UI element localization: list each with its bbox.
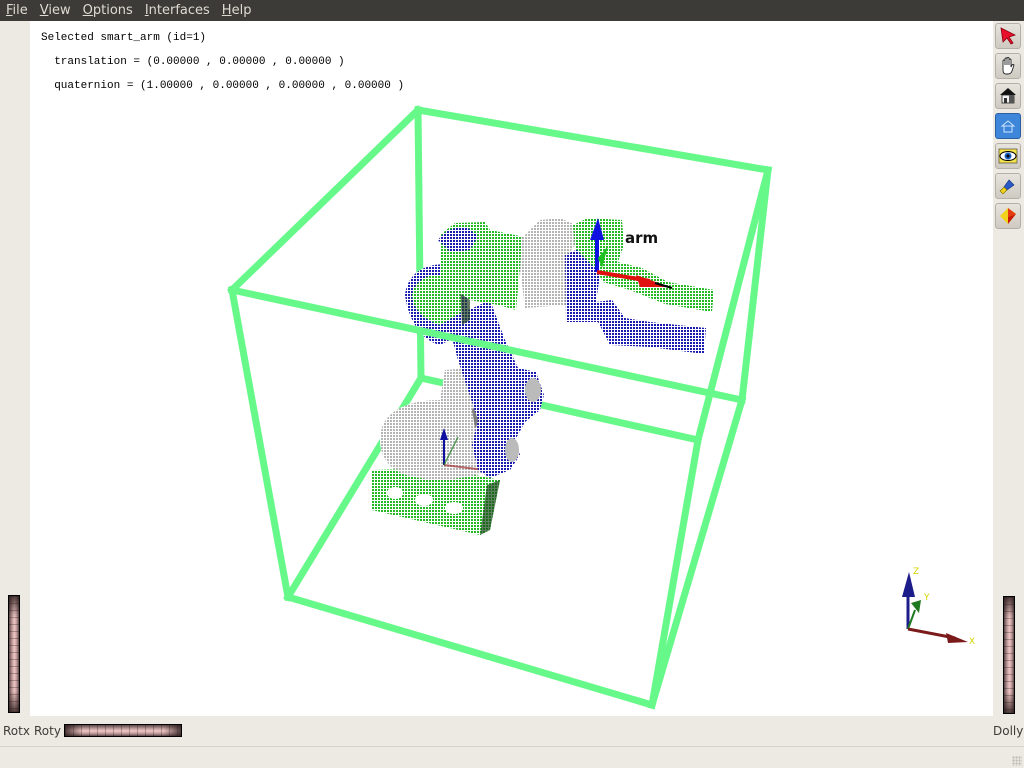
elbow-joint-cap — [525, 378, 541, 402]
flashlight-icon — [999, 179, 1015, 195]
3d-viewport[interactable]: Selected smart_arm (id=1) translation = … — [30, 21, 993, 716]
roty-thumbwheel[interactable] — [64, 724, 182, 737]
bbox-edge-back-left-vertical — [414, 106, 425, 382]
triad-y-label: Y — [923, 593, 930, 603]
menu-interfaces[interactable]: Interfaces — [139, 0, 216, 21]
menu-options-label: ptions — [92, 3, 133, 18]
select-tool-button[interactable] — [995, 23, 1021, 49]
menu-interfaces-label: nterfaces — [148, 3, 210, 18]
projection-button[interactable] — [995, 203, 1021, 229]
menu-help-label: elp — [231, 3, 252, 18]
menu-bar: File View Options Interfaces Help — [0, 0, 1024, 21]
left-decoration-panel — [0, 21, 30, 716]
seek-button[interactable] — [995, 173, 1021, 199]
hand-icon — [1002, 57, 1015, 75]
dolly-thumbwheel[interactable] — [1003, 596, 1015, 714]
menu-help[interactable]: Help — [216, 0, 258, 21]
eye-icon — [998, 148, 1018, 164]
menu-help-mnemonic: H — [221, 3, 232, 18]
home-icon — [1000, 88, 1016, 104]
dolly-label: Dolly — [993, 724, 1024, 738]
menu-file-label: ile — [12, 3, 28, 18]
bbox-edge-bottom-front — [283, 592, 657, 710]
bbox-edge-top-back — [413, 105, 773, 175]
viewer-toolbar — [993, 21, 1024, 716]
menu-options-mnemonic: O — [82, 3, 93, 18]
rotx-label: Rotx — [3, 724, 30, 738]
menu-file[interactable]: File — [0, 0, 34, 21]
thumbwheel-bar: Rotx Roty Dolly — [0, 716, 1024, 747]
triad-z-label: Z — [913, 567, 919, 577]
triad-x-arrow — [946, 633, 968, 643]
base-hole — [415, 494, 433, 506]
set-home-button[interactable] — [995, 113, 1021, 139]
status-bar — [0, 747, 1024, 768]
cube-projection-icon — [1000, 208, 1016, 224]
roty-label: Roty — [34, 724, 61, 738]
scene-canvas: arm Z Y X — [227, 105, 975, 710]
bbox-edge-front-left-vertical — [227, 285, 293, 602]
select-arrow-icon — [1000, 27, 1017, 45]
object-label-arm: arm — [625, 229, 658, 247]
menu-view-label: iew — [48, 3, 71, 18]
wrist-joint-cap — [505, 438, 519, 462]
base-hole — [445, 502, 463, 514]
menu-options[interactable]: Options — [77, 0, 139, 21]
pan-tool-button[interactable] — [995, 53, 1021, 79]
resize-grip[interactable] — [1012, 756, 1022, 766]
triad-x-label: X — [969, 637, 975, 647]
set-home-icon — [1000, 120, 1016, 133]
bbox-edge-top-left — [227, 105, 423, 295]
home-button[interactable] — [995, 83, 1021, 109]
rotx-thumbwheel[interactable] — [8, 595, 20, 713]
triad-y-arrow — [911, 600, 921, 613]
base-hole — [387, 487, 403, 499]
bbox-edge-top-right — [738, 166, 772, 404]
axis-triad: Z Y X — [902, 567, 975, 647]
view-all-button[interactable] — [995, 143, 1021, 169]
menu-view[interactable]: View — [34, 0, 77, 21]
